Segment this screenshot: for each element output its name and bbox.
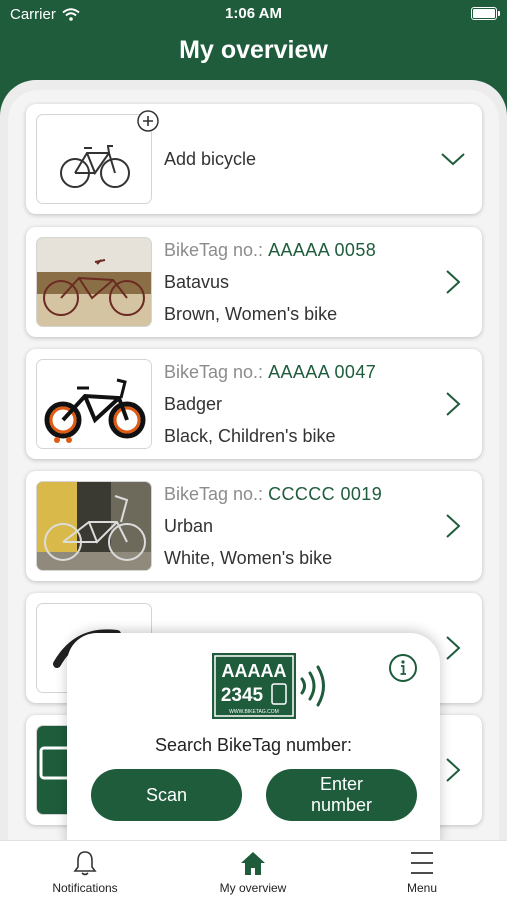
enter-label-line2: number <box>310 795 373 815</box>
bike-details: BikeTag no.: CCCCC 0019 Urban White, Wom… <box>164 483 382 579</box>
chevron-right-icon[interactable] <box>444 391 462 417</box>
bicycle-icon <box>60 145 130 188</box>
bike-details: BikeTag no.: AAAAA 0047 Badger Black, Ch… <box>164 361 376 457</box>
tab-notifications-label: Notifications <box>52 881 118 895</box>
nfc-waves-icon <box>300 665 325 707</box>
bike-photo <box>36 359 152 449</box>
scan-button-label: Scan <box>145 784 188 805</box>
tab-my-overview[interactable]: My overview <box>188 849 318 895</box>
status-bar: Carrier 1:06 AM <box>0 0 507 28</box>
enter-label-line1: Enter <box>319 774 364 794</box>
tag-number: AAAAA 0047 <box>268 362 377 382</box>
page-title: My overview <box>179 36 328 64</box>
enter-number-button[interactable]: Enter number <box>266 769 417 821</box>
biketag-logo: AAAAA 2345 WWW.BIKETAG.COM <box>212 653 296 719</box>
tab-menu[interactable]: Menu <box>357 849 487 895</box>
logo-url-text: WWW.BIKETAG.COM <box>229 709 279 715</box>
tag-label: BikeTag no.: <box>164 362 264 382</box>
chevron-down-icon[interactable] <box>440 150 466 168</box>
bike-card[interactable]: BikeTag no.: CCCCC 0019 Urban White, Wom… <box>26 471 482 581</box>
scan-button[interactable]: Scan <box>91 769 242 821</box>
add-icon <box>137 110 159 132</box>
add-bicycle-card[interactable]: Add bicycle <box>26 104 482 214</box>
chevron-right-icon[interactable] <box>444 635 462 661</box>
hamburger-menu-icon <box>411 852 433 874</box>
bike-description: White, Women's bike <box>164 548 333 568</box>
bike-photo-image <box>37 482 151 570</box>
tab-my-overview-label: My overview <box>219 881 287 895</box>
bike-photo-image <box>37 360 151 448</box>
bike-card[interactable]: BikeTag no.: AAAAA 0047 Badger Black, Ch… <box>26 349 482 459</box>
bike-description: Black, Children's bike <box>164 426 336 446</box>
search-prompt: Search BikeTag number: <box>154 735 353 755</box>
bike-photo-image <box>37 238 151 326</box>
bike-brand: Urban <box>164 516 214 536</box>
enter-number-button-label: Enter number <box>311 774 372 816</box>
chevron-right-icon[interactable] <box>444 269 462 295</box>
tab-bar: Notifications My overview Menu <box>0 840 507 900</box>
tab-notifications[interactable]: Notifications <box>20 849 150 895</box>
tag-number: AAAAA 0058 <box>268 240 377 260</box>
tag-label: BikeTag no.: <box>164 240 264 260</box>
bell-icon <box>73 851 97 876</box>
add-bicycle-label: Add bicycle <box>164 149 257 169</box>
logo-bottom-text: 2345 <box>221 685 264 706</box>
chevron-right-icon[interactable] <box>444 757 462 783</box>
bike-photo <box>36 481 152 571</box>
chevron-right-icon[interactable] <box>444 513 462 539</box>
search-biketag-panel: AAAAA 2345 WWW.BIKETAG.COM Search BikeTa… <box>67 633 440 848</box>
clock: 1:06 AM <box>225 5 282 22</box>
logo-top-text: AAAAA <box>222 661 287 681</box>
bike-brand: Batavus <box>164 272 230 292</box>
add-bicycle-thumbnail <box>36 114 152 204</box>
bike-description: Brown, Women's bike <box>164 304 338 324</box>
tag-number: CCCCC 0019 <box>268 484 383 504</box>
bike-details: BikeTag no.: AAAAA 0058 Batavus Brown, W… <box>164 239 376 335</box>
tag-label: BikeTag no.: <box>164 484 264 504</box>
bike-photo <box>36 237 152 327</box>
home-icon <box>241 852 265 875</box>
bike-brand: Badger <box>164 394 223 414</box>
bike-card[interactable]: BikeTag no.: AAAAA 0058 Batavus Brown, W… <box>26 227 482 337</box>
info-icon[interactable] <box>388 653 418 683</box>
battery-icon <box>471 7 500 20</box>
tab-menu-label: Menu <box>406 881 438 895</box>
